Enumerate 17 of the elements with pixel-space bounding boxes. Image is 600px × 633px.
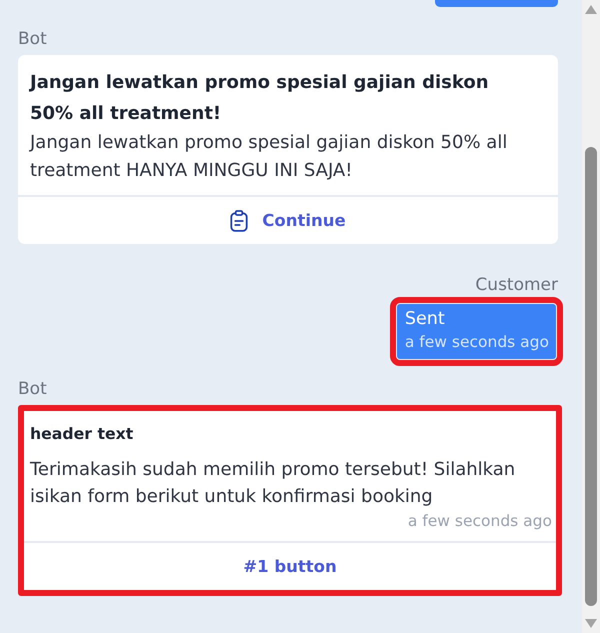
scrollbar-thumb[interactable]: [585, 147, 597, 606]
card-action-button[interactable]: #1 button: [235, 543, 345, 590]
scrollbar[interactable]: [582, 0, 600, 633]
message-header: header text: [30, 423, 134, 445]
sender-label: Customer: [474, 275, 558, 295]
sender-label: Bot: [18, 379, 48, 399]
card-action-button[interactable]: Continue: [222, 197, 354, 244]
scroll-up-icon[interactable]: [585, 5, 597, 14]
message-text: Sent: [404, 308, 446, 331]
message-text: Jangan lewatkan promo spesial gajian diskon 50% all treatment HANYA MINGGU INI SAJA!: [30, 131, 508, 183]
timestamp: a few seconds ago: [404, 332, 549, 353]
clipboard-icon: [230, 210, 248, 232]
timestamp: a few seconds ago: [406, 511, 552, 532]
sender-label: Bot: [18, 29, 48, 49]
message-text: Terimakasih sudah memilih promo tersebut! Silahlkan isikan form berikut untuk konfirmasi booking: [30, 458, 516, 509]
scroll-down-icon[interactable]: [585, 619, 597, 628]
message-title: Jangan lewatkan promo spesial gajian diskon 50% all treatment!: [30, 71, 490, 126]
